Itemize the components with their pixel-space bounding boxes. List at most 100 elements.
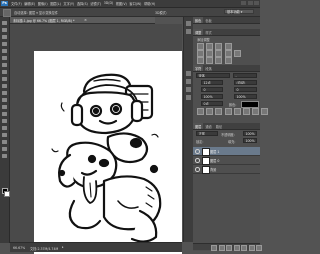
tab-character[interactable]: 字符 <box>193 65 204 71</box>
strikethrough-icon[interactable] <box>261 108 269 115</box>
small-caps-icon[interactable] <box>224 108 232 115</box>
menu-view[interactable]: 视图(V) <box>116 1 127 6</box>
clone-stamp-tool-icon[interactable] <box>2 77 7 81</box>
menu-file[interactable]: 文件(F) <box>11 1 22 6</box>
menu-layer[interactable]: 图层(L) <box>50 1 61 6</box>
gradient-tool-icon[interactable] <box>2 98 7 102</box>
dodge-tool-icon[interactable] <box>2 112 7 116</box>
gradient-map-icon[interactable] <box>224 57 232 64</box>
layer-mask-icon[interactable] <box>226 244 232 251</box>
photo-filter-icon[interactable] <box>233 50 241 57</box>
font-family-select[interactable]: 宋体 <box>196 73 230 78</box>
tab-paths[interactable]: 路径 <box>214 123 224 129</box>
text-color-swatch[interactable] <box>241 100 259 108</box>
lasso-tool-icon[interactable] <box>2 35 7 39</box>
crop-tool-icon[interactable] <box>2 49 7 53</box>
pen-tool-icon[interactable] <box>2 119 7 123</box>
layer-row[interactable]: 图层 1 <box>193 147 260 156</box>
zoom-level[interactable]: 66.67% <box>13 246 25 250</box>
group-icon[interactable] <box>241 244 247 251</box>
hand-tool-icon[interactable] <box>2 147 7 151</box>
quick-select-tool-icon[interactable] <box>2 42 7 46</box>
document-tab[interactable]: 未标题-1.jpg @ 66.7% (图层 1, RGB/8) * × <box>10 17 155 24</box>
opacity-field[interactable]: 100% <box>243 131 257 136</box>
menu-select[interactable]: 选择(S) <box>77 1 88 6</box>
exposure-icon[interactable] <box>224 43 232 50</box>
tracking-field[interactable]: 0 <box>234 87 257 92</box>
menu-type[interactable]: 文字(Y) <box>63 1 74 6</box>
tab-layers[interactable]: 图层 <box>193 123 204 129</box>
menu-filter[interactable]: 滤镜(T) <box>90 1 101 6</box>
move-tool-icon[interactable] <box>3 9 11 17</box>
fill-field[interactable]: 100% <box>243 138 257 143</box>
baseline-shift-field[interactable]: 0点 <box>201 101 223 106</box>
hue-saturation-icon[interactable] <box>206 50 214 57</box>
menu-window[interactable]: 窗口(W) <box>129 1 141 6</box>
document-canvas[interactable] <box>34 51 182 254</box>
font-size-field[interactable]: 12点 <box>201 80 223 85</box>
clone-source-panel-icon[interactable] <box>186 79 191 84</box>
new-layer-icon[interactable] <box>248 244 255 251</box>
shape-tool-icon[interactable] <box>2 140 7 144</box>
underline-icon[interactable] <box>252 108 260 115</box>
properties-panel-icon[interactable] <box>186 29 191 34</box>
kerning-field[interactable]: 0 <box>201 87 223 92</box>
vertical-scale-field[interactable]: 100% <box>201 94 223 99</box>
vibrance-icon[interactable] <box>197 50 204 57</box>
close-tab-icon[interactable]: × <box>84 18 87 22</box>
levels-icon[interactable] <box>206 43 214 50</box>
layer-row[interactable]: 背景 <box>193 165 260 174</box>
blend-mode-select[interactable]: 正常 <box>196 131 218 136</box>
background-color-swatch[interactable] <box>3 190 10 197</box>
workspace-select[interactable]: 基本功能 ▾ <box>224 9 254 15</box>
paragraph-panel-icon[interactable] <box>186 95 191 100</box>
font-style-select[interactable]: - <box>233 73 257 78</box>
tab-color[interactable]: 颜色 <box>193 17 204 23</box>
threshold-icon[interactable] <box>215 57 223 64</box>
healing-brush-tool-icon[interactable] <box>2 63 7 67</box>
trash-icon[interactable] <box>256 244 262 251</box>
options-text[interactable]: 自动选择: 图层 ▾ 显示变换控件 <box>14 10 58 15</box>
minimize-icon[interactable] <box>241 1 246 5</box>
tab-adjustments[interactable]: 调整 <box>193 29 204 35</box>
menu-image[interactable]: 图像(I) <box>38 1 48 6</box>
move-tool-icon[interactable] <box>2 21 7 25</box>
invert-icon[interactable] <box>197 57 204 64</box>
link-layers-icon[interactable] <box>211 244 217 251</box>
visibility-eye-icon[interactable] <box>194 158 200 163</box>
marquee-tool-icon[interactable] <box>2 28 7 32</box>
history-panel-icon[interactable] <box>186 21 191 26</box>
brush-tool-icon[interactable] <box>2 70 7 74</box>
leading-field[interactable]: (自动) <box>234 80 257 85</box>
brightness-icon[interactable] <box>197 43 204 50</box>
color-balance-icon[interactable] <box>215 50 223 57</box>
brush-panel-icon[interactable] <box>186 71 191 76</box>
curves-icon[interactable] <box>215 43 223 50</box>
maximize-icon[interactable] <box>247 1 253 5</box>
tab-channels[interactable]: 通道 <box>203 123 213 129</box>
posterize-icon[interactable] <box>206 57 214 64</box>
visibility-eye-icon[interactable] <box>194 149 200 154</box>
visibility-eye-icon[interactable] <box>194 167 200 172</box>
all-caps-icon[interactable] <box>215 108 223 115</box>
history-brush-tool-icon[interactable] <box>2 84 7 88</box>
eraser-tool-icon[interactable] <box>2 91 7 95</box>
black-white-icon[interactable] <box>224 50 232 57</box>
layer-style-icon[interactable] <box>218 244 225 251</box>
blur-tool-icon[interactable] <box>2 105 7 109</box>
status-menu-arrow-icon[interactable]: ▸ <box>62 245 64 249</box>
character-panel-icon[interactable] <box>186 87 191 92</box>
faux-italic-icon[interactable] <box>206 108 214 115</box>
tab-paragraph[interactable]: 段落 <box>203 65 213 71</box>
adjustment-layer-icon[interactable] <box>233 244 240 251</box>
close-window-icon[interactable] <box>254 1 259 5</box>
menu-3d[interactable]: 3D(D) <box>104 1 113 6</box>
layer-row[interactable]: 图层 0 <box>193 156 260 165</box>
eyedropper-tool-icon[interactable] <box>2 56 7 60</box>
zoom-tool-icon[interactable] <box>2 154 7 158</box>
menu-edit[interactable]: 编辑(E) <box>24 1 35 6</box>
path-select-tool-icon[interactable] <box>2 133 7 137</box>
type-tool-icon[interactable] <box>2 126 7 130</box>
menu-help[interactable]: 帮助(H) <box>144 1 155 6</box>
superscript-icon[interactable] <box>233 108 241 115</box>
